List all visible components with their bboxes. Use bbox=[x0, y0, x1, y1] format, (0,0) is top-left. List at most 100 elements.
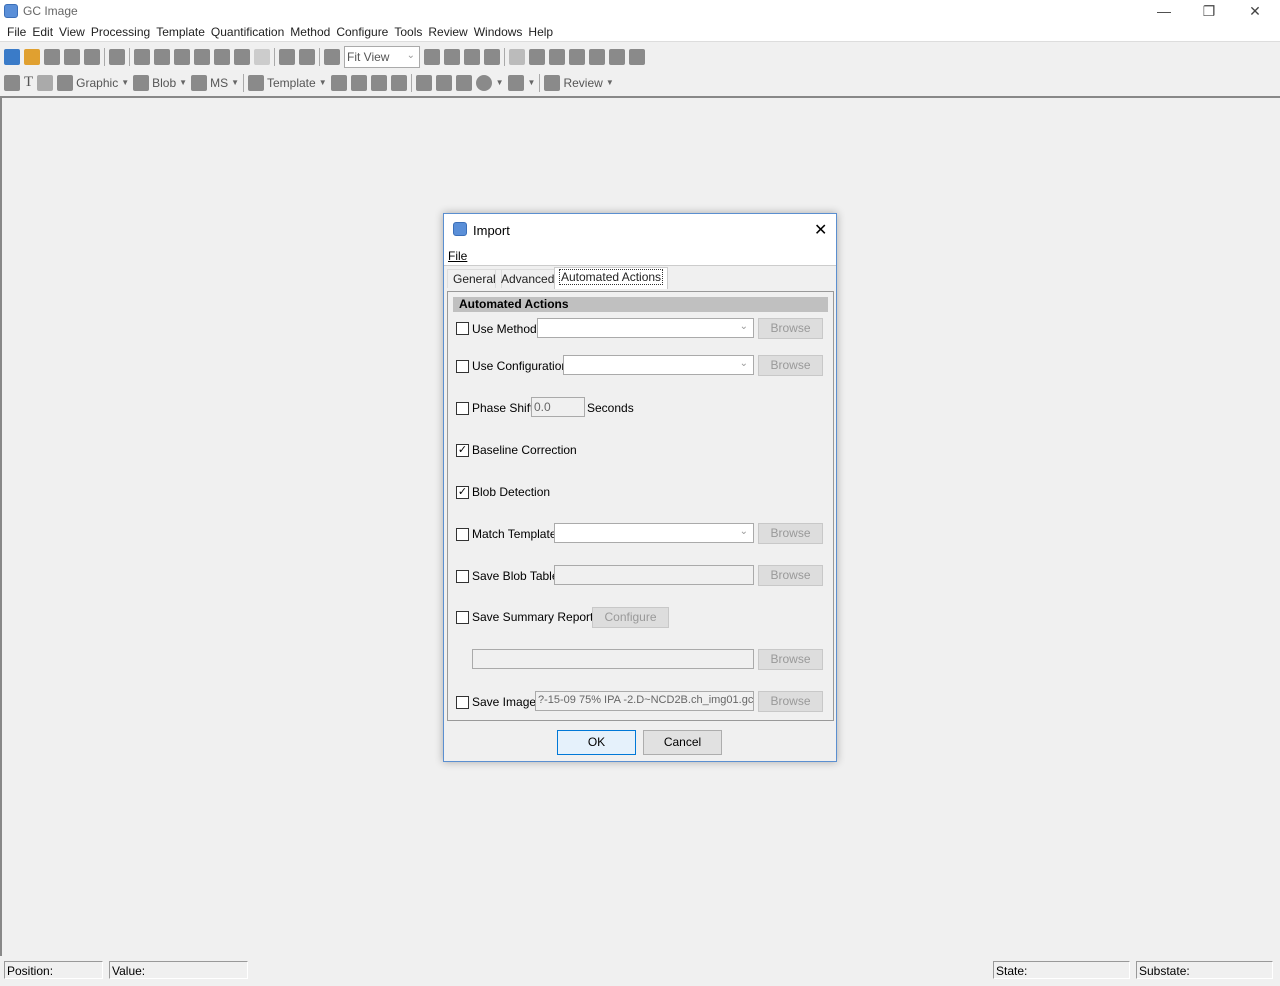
save-summary-path-input[interactable] bbox=[472, 649, 754, 669]
magic-icon[interactable] bbox=[435, 74, 452, 91]
group-icon[interactable] bbox=[194, 48, 210, 65]
compare-icon[interactable] bbox=[629, 48, 645, 65]
graphic-dropdown[interactable]: Graphic ▼ bbox=[57, 74, 129, 91]
dialog-menu-file[interactable]: File bbox=[448, 249, 467, 263]
menu-tools[interactable]: Tools bbox=[391, 22, 425, 41]
paste-icon[interactable] bbox=[174, 48, 190, 65]
blob-detection-checkbox[interactable]: ✓ bbox=[456, 486, 469, 499]
rotate-icon[interactable] bbox=[415, 74, 432, 91]
tab-general[interactable]: General bbox=[447, 269, 502, 288]
zoom-icon[interactable] bbox=[4, 74, 20, 91]
colormap-icon[interactable] bbox=[324, 48, 340, 65]
3d-icon[interactable] bbox=[549, 48, 565, 65]
use-configuration-select[interactable]: ⌄ bbox=[563, 355, 754, 375]
open-folder-icon[interactable] bbox=[24, 48, 40, 65]
graphic-icon bbox=[57, 74, 74, 91]
template-save-icon[interactable] bbox=[390, 74, 407, 91]
target-dropdown[interactable]: ▼ bbox=[496, 78, 504, 87]
print-icon[interactable] bbox=[84, 48, 100, 65]
match-template-label: Match Template bbox=[472, 527, 557, 541]
menu-template[interactable]: Template bbox=[153, 22, 208, 41]
zoom-view-icon[interactable] bbox=[484, 48, 500, 65]
baseline-icon[interactable] bbox=[455, 74, 472, 91]
save-summary-browse-button[interactable]: Browse bbox=[758, 649, 823, 670]
delete-icon[interactable] bbox=[234, 48, 250, 65]
save-blob-table-input[interactable] bbox=[554, 565, 754, 585]
use-method-select[interactable]: ⌄ bbox=[537, 318, 754, 338]
bucket-dropdown[interactable]: ▼ bbox=[528, 78, 536, 87]
ok-button[interactable]: OK bbox=[557, 730, 636, 755]
cancel-button[interactable]: Cancel bbox=[643, 730, 722, 755]
blob-dropdown[interactable]: Blob ▼ bbox=[133, 74, 187, 91]
dialog-close-icon[interactable]: ✕ bbox=[814, 220, 827, 240]
template-fit-icon[interactable] bbox=[330, 74, 347, 91]
phase-shift-checkbox[interactable] bbox=[456, 402, 469, 415]
match-template-browse-button[interactable]: Browse bbox=[758, 523, 823, 544]
pencil-icon[interactable] bbox=[279, 48, 295, 65]
save-summary-configure-button[interactable]: Configure bbox=[592, 607, 669, 628]
ms-label: MS bbox=[210, 75, 229, 90]
ms-dropdown[interactable]: MS ▼ bbox=[191, 74, 239, 91]
menu-help[interactable]: Help bbox=[525, 22, 556, 41]
menu-quantification[interactable]: Quantification bbox=[208, 22, 287, 41]
tab-automated-actions[interactable]: Automated Actions bbox=[554, 267, 669, 289]
report-icon[interactable] bbox=[589, 48, 605, 65]
template-dropdown[interactable]: Template ▼ bbox=[248, 74, 327, 91]
image-icon[interactable] bbox=[529, 48, 545, 65]
undo-icon[interactable] bbox=[109, 48, 125, 65]
phase-shift-input[interactable]: 0.0 bbox=[531, 397, 585, 417]
menu-processing[interactable]: Processing bbox=[88, 22, 153, 41]
tab-advanced[interactable]: Advanced bbox=[495, 269, 561, 288]
export-icon[interactable] bbox=[609, 48, 625, 65]
import-icon[interactable] bbox=[4, 48, 20, 65]
match-template-select[interactable]: ⌄ bbox=[554, 523, 754, 543]
save-image-browse-button[interactable]: Browse bbox=[758, 691, 823, 712]
text-tool-icon[interactable]: T bbox=[24, 74, 33, 91]
menu-windows[interactable]: Windows bbox=[471, 22, 526, 41]
calculator-icon[interactable] bbox=[299, 48, 315, 65]
table-icon[interactable] bbox=[569, 48, 585, 65]
arrow-left-icon[interactable] bbox=[444, 48, 460, 65]
dialog-title-bar: Import ✕ bbox=[444, 214, 836, 246]
plot-icon[interactable] bbox=[509, 48, 525, 65]
arrow-right-icon[interactable] bbox=[464, 48, 480, 65]
graphic-label: Graphic bbox=[76, 75, 119, 90]
copy-icon[interactable] bbox=[154, 48, 170, 65]
delete-all-icon[interactable] bbox=[254, 48, 270, 65]
review-dropdown[interactable]: Review ▼ bbox=[544, 74, 614, 91]
use-configuration-checkbox[interactable] bbox=[456, 360, 469, 373]
cut-icon[interactable] bbox=[134, 48, 150, 65]
zoom-select[interactable]: Fit View ⌄ bbox=[344, 45, 420, 68]
bucket-icon[interactable] bbox=[507, 74, 524, 91]
chevron-down-icon: ⌄ bbox=[739, 526, 748, 537]
save-icon[interactable] bbox=[64, 48, 80, 65]
save-blob-table-browse-button[interactable]: Browse bbox=[758, 565, 823, 586]
menu-configure[interactable]: Configure bbox=[333, 22, 391, 41]
baseline-correction-checkbox[interactable]: ✓ bbox=[456, 444, 469, 457]
save-image-checkbox[interactable] bbox=[456, 696, 469, 709]
bug-icon[interactable] bbox=[37, 74, 54, 91]
unlock-icon[interactable] bbox=[44, 48, 60, 65]
template-apply-icon[interactable] bbox=[350, 74, 367, 91]
minimize-button[interactable]: — bbox=[1154, 2, 1174, 20]
save-image-path-input[interactable]: ?-15-09 75% IPA -2.D~NCD2B.ch_img01.gci bbox=[535, 691, 754, 711]
save-summary-report-checkbox[interactable] bbox=[456, 611, 469, 624]
save-blob-table-checkbox[interactable] bbox=[456, 570, 469, 583]
stop-icon[interactable] bbox=[424, 48, 440, 65]
restore-button[interactable]: ❐ bbox=[1199, 2, 1219, 20]
menu-view[interactable]: View bbox=[56, 22, 88, 41]
app-icon bbox=[4, 4, 18, 18]
menu-method[interactable]: Method bbox=[287, 22, 333, 41]
stamp-icon[interactable] bbox=[370, 74, 387, 91]
menu-review[interactable]: Review bbox=[425, 22, 470, 41]
menu-file[interactable]: File bbox=[4, 22, 29, 41]
menu-edit[interactable]: Edit bbox=[29, 22, 56, 41]
target-icon[interactable] bbox=[475, 74, 492, 91]
match-template-checkbox[interactable] bbox=[456, 528, 469, 541]
close-button[interactable]: ✕ bbox=[1245, 2, 1265, 20]
use-method-checkbox[interactable] bbox=[456, 322, 469, 335]
edit-icon[interactable] bbox=[214, 48, 230, 65]
dialog-title: Import bbox=[473, 223, 510, 238]
use-configuration-browse-button[interactable]: Browse bbox=[758, 355, 823, 376]
use-method-browse-button[interactable]: Browse bbox=[758, 318, 823, 339]
